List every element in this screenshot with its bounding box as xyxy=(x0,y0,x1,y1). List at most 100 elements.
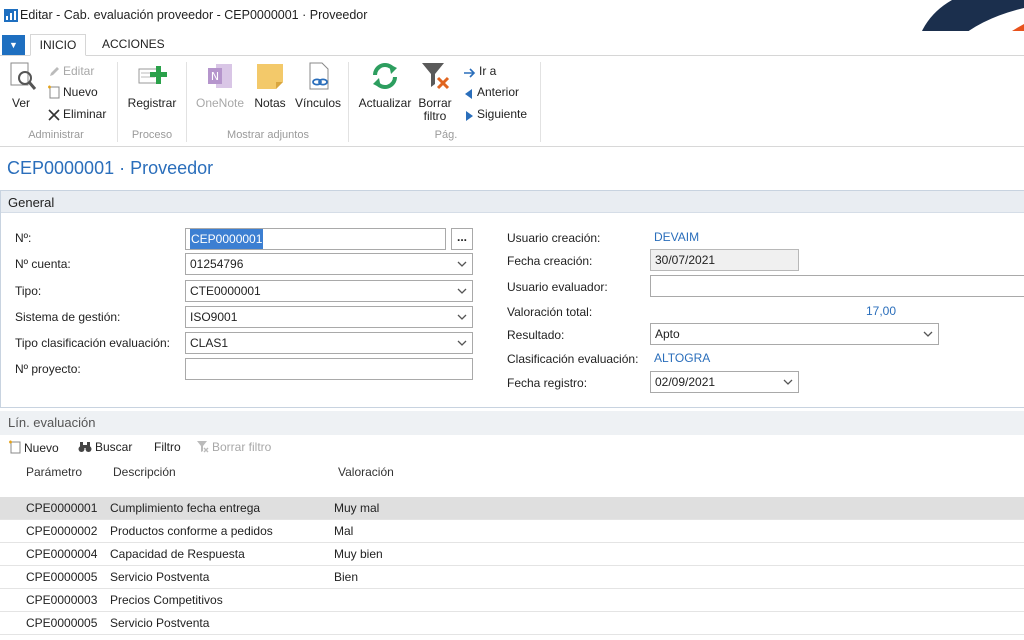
eliminar-button[interactable]: Eliminar xyxy=(48,105,106,123)
cell-descripcion: Capacidad de Respuesta xyxy=(110,547,245,561)
no-field[interactable]: CEP0000001 xyxy=(185,228,446,250)
page-title: CEP0000001 · Proveedor xyxy=(7,158,214,178)
lines-buscar-button[interactable]: Buscar xyxy=(78,440,132,454)
table-row[interactable]: CPE0000002 Productos conforme a pedidos … xyxy=(0,520,1024,543)
new-document-icon xyxy=(9,440,21,454)
cell-parametro: CPE0000003 xyxy=(26,593,98,607)
edit-icon xyxy=(50,67,59,76)
tipo-label: Tipo: xyxy=(15,284,42,298)
cuenta-select[interactable]: 01254796 xyxy=(185,253,473,275)
links-icon xyxy=(309,62,329,90)
group-label-administrar: Administrar xyxy=(28,129,84,141)
notes-icon xyxy=(257,64,283,89)
cell-valoracion: Muy mal xyxy=(334,501,380,515)
general-fasttab-title: General xyxy=(8,195,55,210)
cuenta-label: Nº cuenta: xyxy=(15,257,71,271)
group-label-proceso: Proceso xyxy=(131,129,173,141)
column-header-descripcion[interactable]: Descripción xyxy=(113,465,176,479)
table-row[interactable]: CPE0000001 Cumplimiento fecha entrega Mu… xyxy=(0,497,1024,520)
resultado-label: Resultado: xyxy=(507,328,565,342)
clear-filter-icon xyxy=(197,441,209,453)
siguiente-button[interactable]: Siguiente xyxy=(464,105,527,123)
cell-valoracion: Bien xyxy=(334,570,359,584)
usuario-creacion-label: Usuario creación: xyxy=(507,231,601,245)
cell-parametro: CPE0000001 xyxy=(26,501,98,515)
group-label-mostrar-adjuntos: Mostrar adjuntos xyxy=(227,129,309,141)
onenote-icon: N xyxy=(208,64,232,88)
fecha-creacion-field: 30/07/2021 xyxy=(650,249,799,271)
app-menu-button[interactable]: ▼ xyxy=(2,35,25,55)
registrar-button[interactable]: Registrar xyxy=(126,60,178,110)
table-row[interactable]: CPE0000004 Capacidad de Respuesta Muy bi… xyxy=(0,543,1024,566)
view-icon xyxy=(10,62,37,90)
resultado-select[interactable]: Apto xyxy=(650,323,939,345)
ribbon-separator xyxy=(540,62,541,142)
table-row[interactable]: CPE0000005 Servicio Postventa Bien xyxy=(0,566,1024,589)
fecha-registro-label: Fecha registro: xyxy=(507,376,588,390)
vinculos-button[interactable]: Vínculos xyxy=(294,60,342,110)
column-header-parametro[interactable]: Parámetro xyxy=(26,465,82,479)
onenote-button[interactable]: N OneNote xyxy=(194,60,246,110)
usuario-creacion-value: DEVAIM xyxy=(654,230,700,244)
lines-part-header[interactable] xyxy=(0,411,1024,435)
tipo-select[interactable]: CTE0000001 xyxy=(185,280,473,302)
editar-button[interactable]: Editar xyxy=(48,62,94,80)
ribbon-separator xyxy=(117,62,118,142)
clasificacion-evaluacion-label: Clasificación evaluación: xyxy=(507,352,639,366)
lines-nuevo-button[interactable]: Nuevo xyxy=(9,440,59,455)
table-row[interactable]: CPE0000003 Precios Competitivos xyxy=(0,589,1024,612)
anterior-button[interactable]: Anterior xyxy=(464,83,519,101)
chevron-down-icon xyxy=(923,331,933,337)
refresh-icon xyxy=(373,63,397,89)
lines-filtro-button[interactable]: Filtro xyxy=(154,440,181,454)
borrar-filtro-button[interactable]: Borrar filtro xyxy=(416,60,454,123)
fecha-registro-select[interactable]: 02/09/2021 xyxy=(650,371,799,393)
nuevo-button[interactable]: Nuevo xyxy=(48,83,98,101)
window-title: Editar - Cab. evaluación proveedor - CEP… xyxy=(20,8,368,22)
ribbon-separator xyxy=(186,62,187,142)
fecha-creacion-label: Fecha creación: xyxy=(507,254,593,268)
usuario-evaluador-field[interactable] xyxy=(650,275,1024,297)
chevron-down-icon xyxy=(457,261,467,267)
cell-valoracion: Muy bien xyxy=(334,547,383,561)
usuario-evaluador-label: Usuario evaluador: xyxy=(507,280,608,294)
column-header-valoracion[interactable]: Valoración xyxy=(338,465,394,479)
sistema-select[interactable]: ISO9001 xyxy=(185,306,473,328)
tab-inicio[interactable]: INICIO xyxy=(30,34,86,56)
binoculars-icon xyxy=(78,442,92,452)
post-icon xyxy=(138,66,167,84)
lookup-button[interactable]: ... xyxy=(451,228,473,250)
previous-icon xyxy=(465,89,472,99)
clasif-select[interactable]: CLAS1 xyxy=(185,332,473,354)
ir-a-button[interactable]: Ir a xyxy=(464,62,496,80)
cell-parametro: CPE0000004 xyxy=(26,547,98,561)
ver-button[interactable]: Ver xyxy=(6,60,37,110)
general-fasttab-header[interactable] xyxy=(1,191,1024,213)
delete-icon xyxy=(48,109,60,121)
svg-text:N: N xyxy=(211,70,219,83)
chevron-down-icon xyxy=(457,340,467,346)
tab-acciones[interactable]: ACCIONES xyxy=(94,34,168,56)
new-document-icon xyxy=(48,85,60,99)
arrow-right-icon xyxy=(464,68,476,78)
chevron-down-icon xyxy=(457,314,467,320)
clasif-label: Tipo clasificación evaluación: xyxy=(15,336,170,350)
cell-valoracion: Mal xyxy=(334,524,354,538)
cell-parametro: CPE0000005 xyxy=(26,616,98,630)
cell-parametro: CPE0000005 xyxy=(26,570,98,584)
group-label-pag: Pág. xyxy=(434,129,458,141)
notas-button[interactable]: Notas xyxy=(252,60,288,110)
proyecto-label: Nº proyecto: xyxy=(15,362,81,376)
clasificacion-evaluacion-value: ALTOGRA xyxy=(654,351,711,365)
actualizar-button[interactable]: Actualizar xyxy=(356,60,414,110)
table-row[interactable]: CPE0000005 Servicio Postventa xyxy=(0,612,1024,635)
valoracion-total-label: Valoración total: xyxy=(507,305,593,319)
cell-descripcion: Servicio Postventa xyxy=(110,570,210,584)
app-icon xyxy=(4,9,18,22)
sistema-label: Sistema de gestión: xyxy=(15,310,121,324)
lines-borrar-filtro-button[interactable]: Borrar filtro xyxy=(196,440,271,454)
proyecto-field[interactable] xyxy=(185,358,473,380)
lines-part-title: Lín. evaluación xyxy=(8,415,96,430)
no-label: Nº: xyxy=(15,231,32,245)
chevron-down-icon xyxy=(783,379,793,385)
